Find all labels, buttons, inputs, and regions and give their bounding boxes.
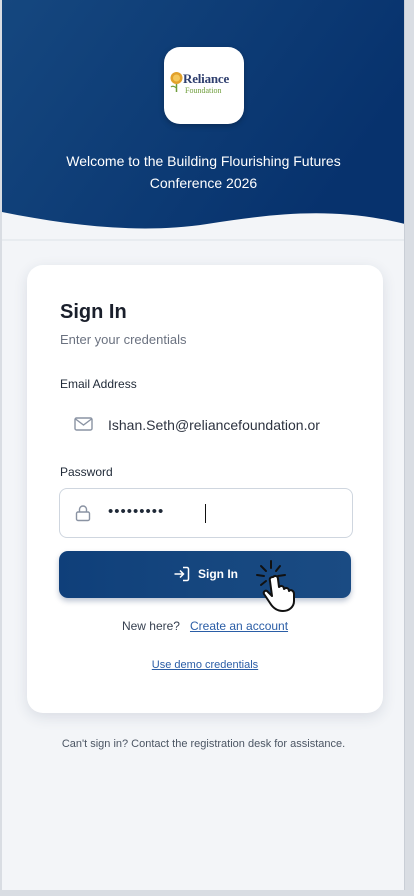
password-label: Password bbox=[60, 465, 113, 479]
sign-in-arrow-icon bbox=[174, 566, 190, 582]
sign-in-button-label: Sign In bbox=[198, 567, 238, 581]
email-value[interactable]: Ishan.Seth@reliancefoundation.or bbox=[108, 417, 348, 433]
hand-pointer-cursor-icon bbox=[256, 560, 295, 612]
logo-wordmark: Reliance bbox=[183, 71, 230, 86]
new-here-row: New here? Create an account bbox=[27, 619, 383, 633]
help-text: Can't sign in? Contact the registration … bbox=[61, 738, 346, 750]
brand-header: Reliance Foundation Welcome to the Build… bbox=[2, 0, 404, 245]
text-caret bbox=[205, 504, 206, 523]
create-account-link[interactable]: Create an account bbox=[190, 619, 288, 633]
new-here-text: New here? bbox=[121, 619, 180, 633]
welcome-line-1: Welcome to the Building Flourishing Futu… bbox=[66, 153, 341, 169]
welcome-line-2: Conference 2026 bbox=[149, 175, 258, 191]
email-field[interactable]: Ishan.Seth@reliancefoundation.or bbox=[59, 400, 353, 450]
logo-subtext: Foundation bbox=[185, 86, 222, 95]
card-title: Sign In bbox=[60, 301, 127, 323]
welcome-heading: Welcome to the Building Flourishing Futu… bbox=[22, 150, 385, 194]
lock-icon bbox=[75, 505, 91, 522]
password-value[interactable]: ••••••••• bbox=[108, 503, 348, 520]
reliance-foundation-logo: Reliance Foundation bbox=[164, 47, 244, 124]
password-field[interactable]: ••••••••• bbox=[59, 488, 353, 538]
use-demo-credentials-link[interactable]: Use demo credentials bbox=[27, 659, 383, 671]
email-label: Email Address bbox=[60, 377, 137, 391]
login-page: Reliance Foundation Welcome to the Build… bbox=[2, 0, 405, 890]
sign-in-card: Sign In Enter your credentials Email Add… bbox=[27, 265, 383, 713]
card-subtitle: Enter your credentials bbox=[60, 332, 187, 347]
mail-icon bbox=[74, 417, 93, 431]
sun-emblem-icon bbox=[170, 72, 183, 92]
